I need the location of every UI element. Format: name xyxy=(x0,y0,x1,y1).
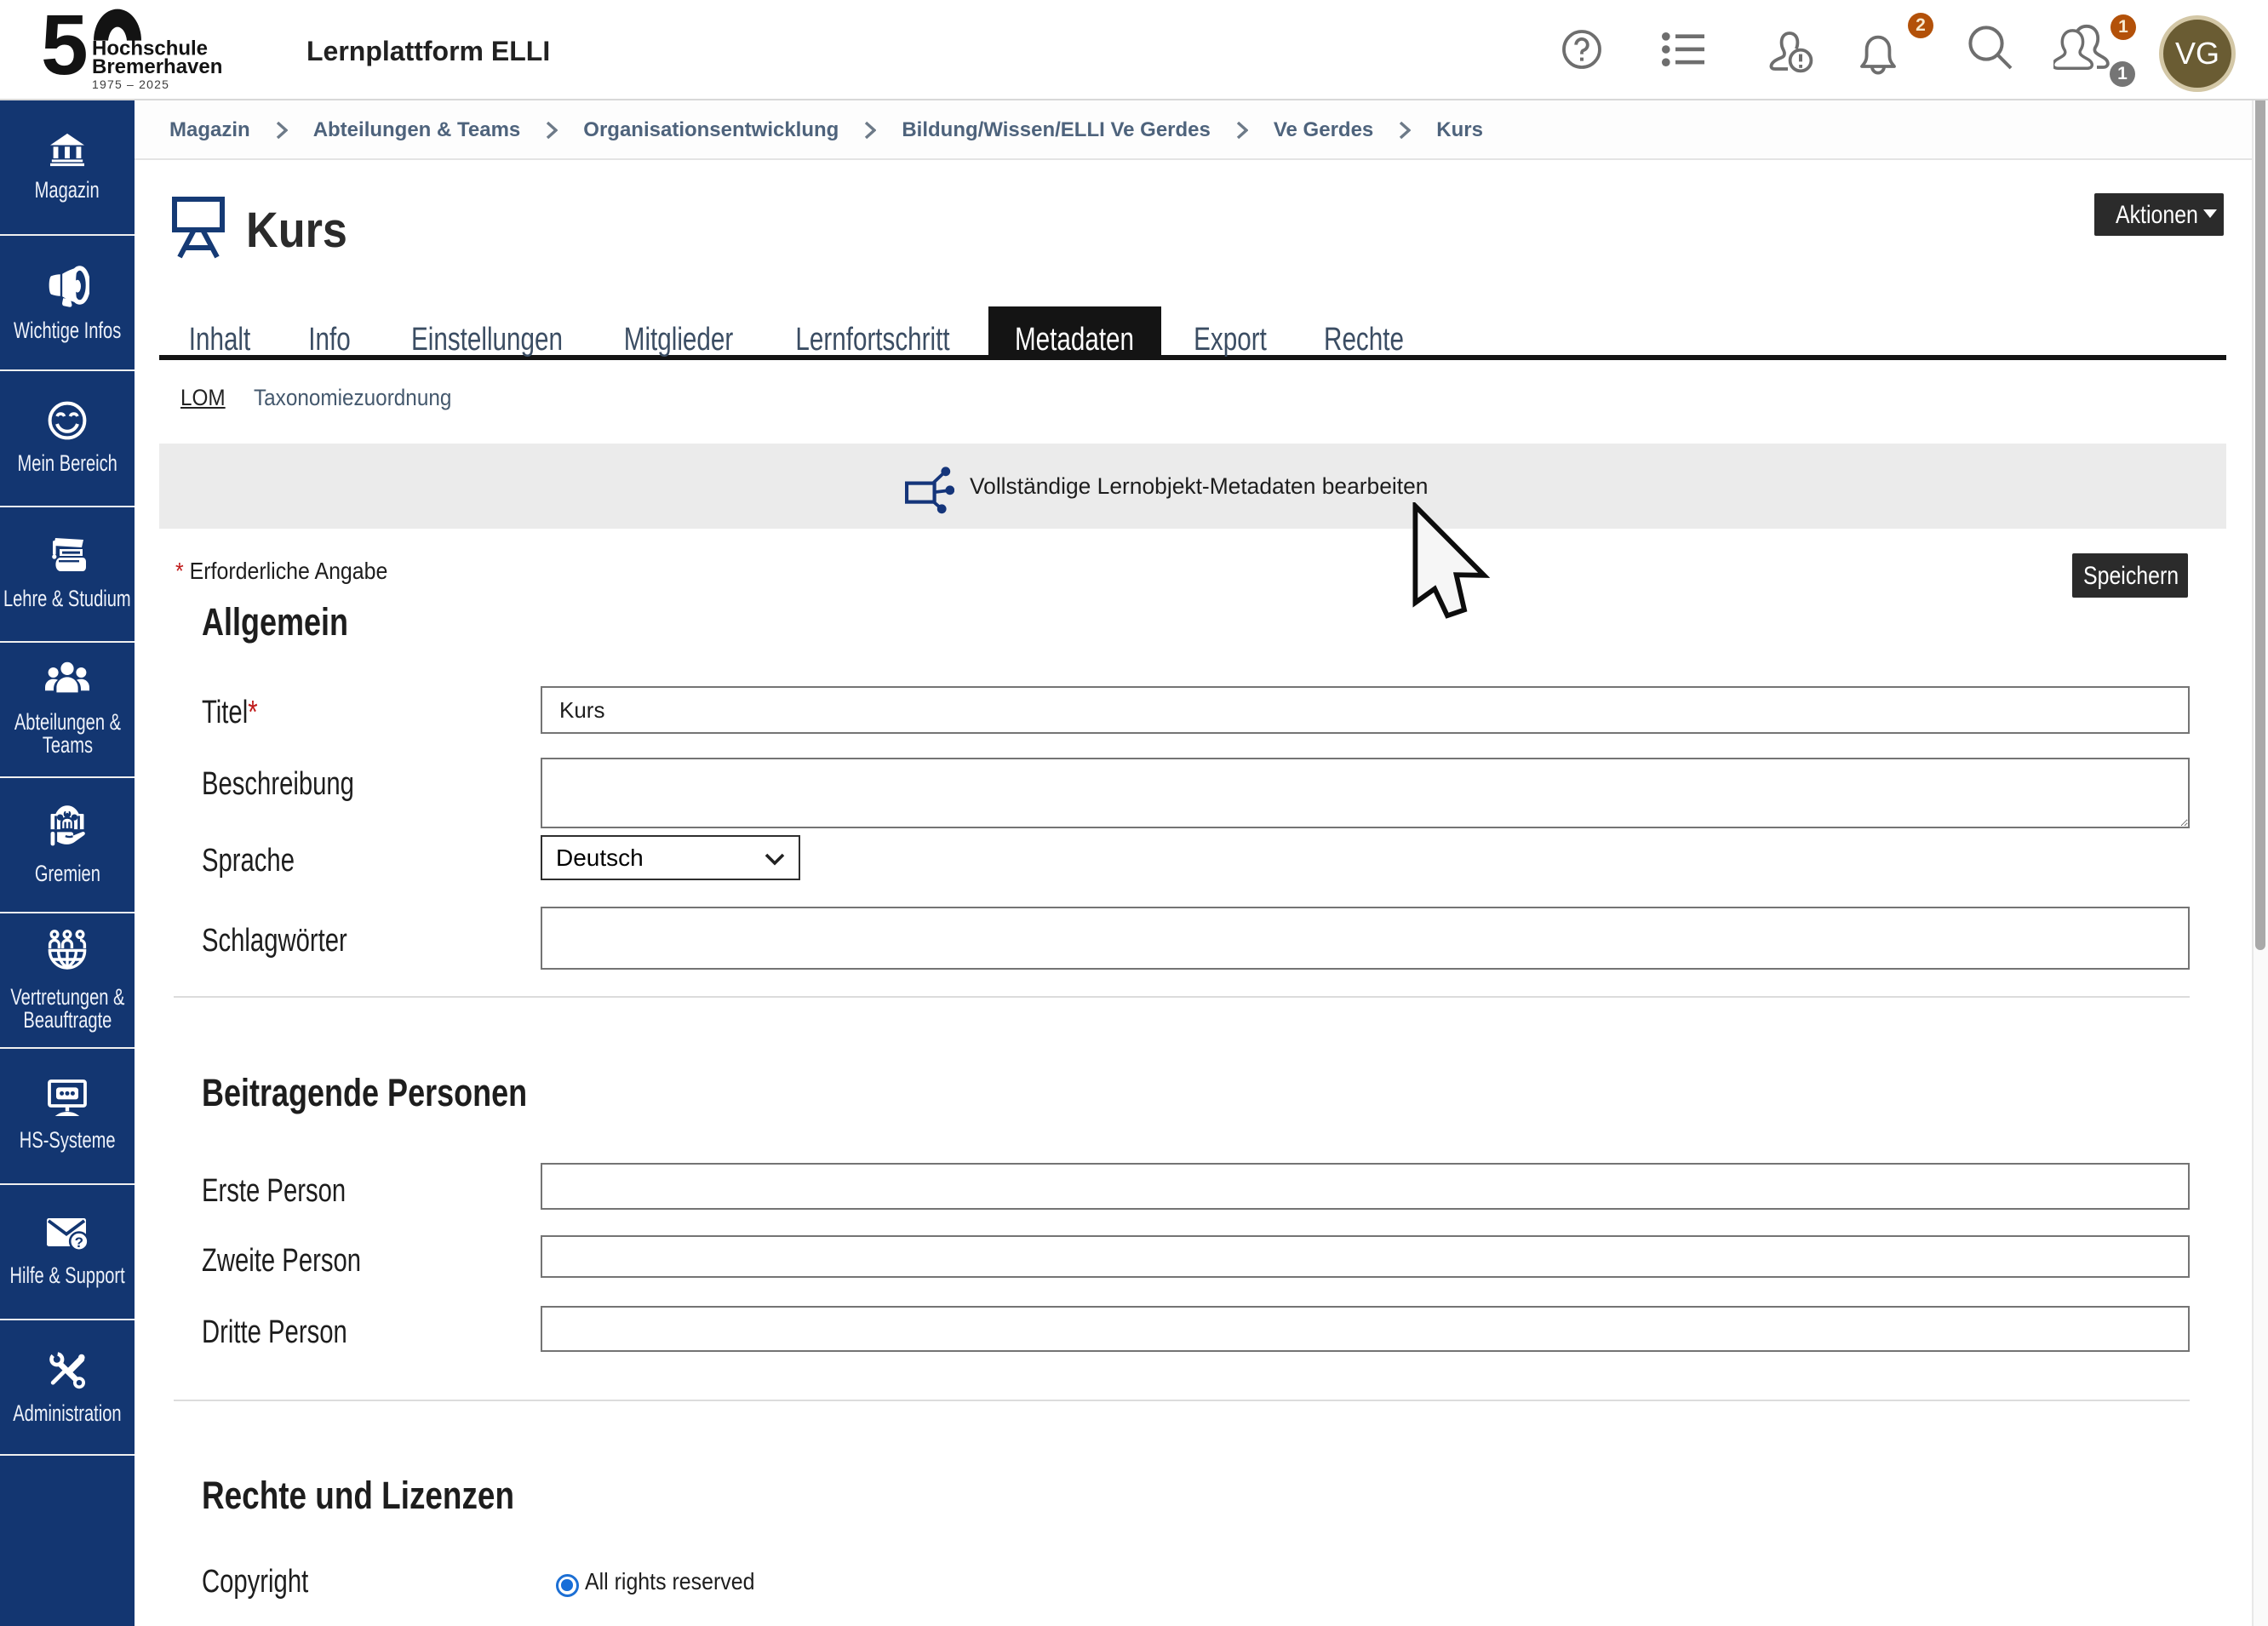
svg-text:1975 – 2025: 1975 – 2025 xyxy=(92,77,169,91)
svg-text:Bremerhaven: Bremerhaven xyxy=(92,55,222,78)
svg-text:5: 5 xyxy=(41,0,89,93)
svg-text:?: ? xyxy=(75,1234,83,1251)
